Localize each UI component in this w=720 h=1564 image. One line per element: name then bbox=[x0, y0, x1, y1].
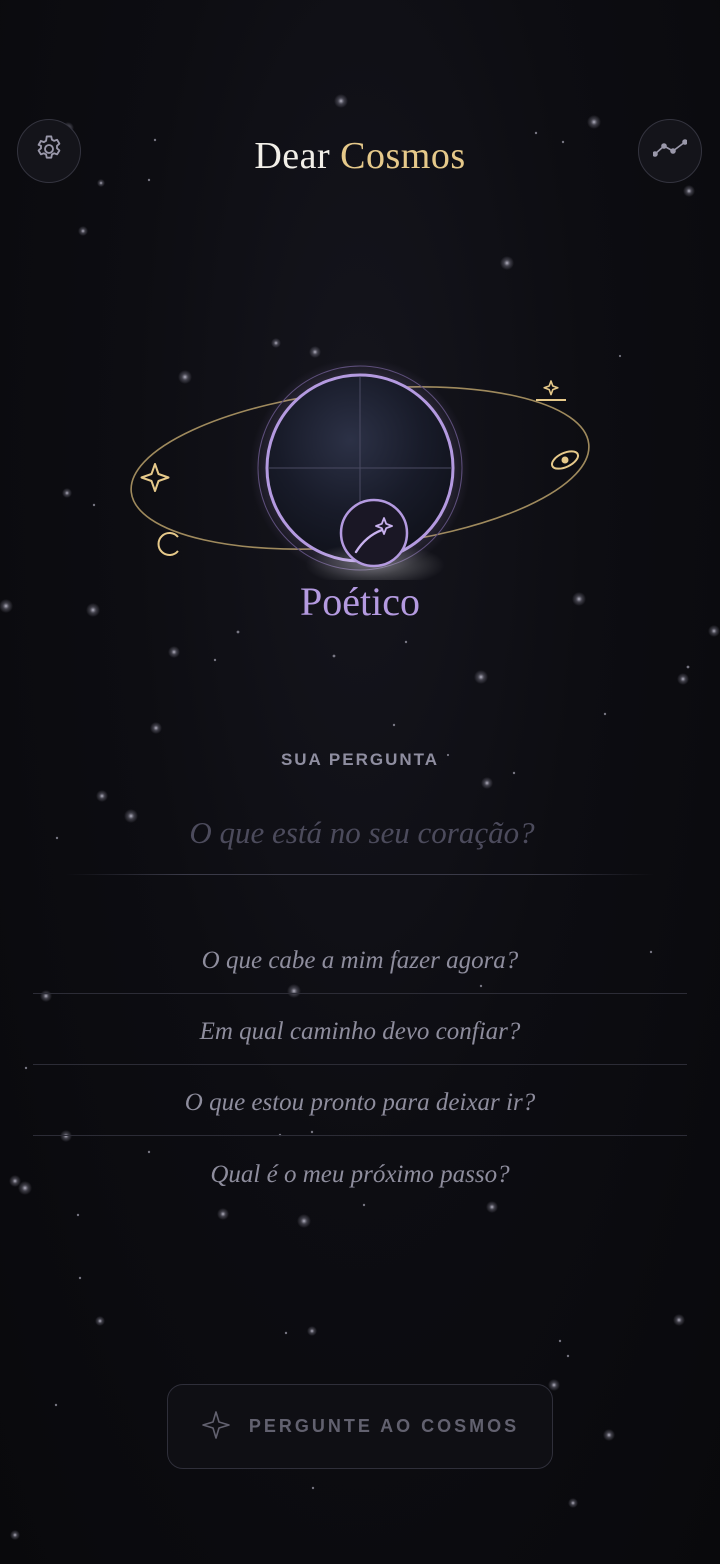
cosmic-orb-illustration[interactable] bbox=[120, 358, 600, 587]
ask-cosmos-button[interactable]: PERGUNTE AO COSMOS bbox=[167, 1384, 553, 1469]
title-word-dear: Dear bbox=[254, 135, 331, 177]
input-underline bbox=[65, 874, 655, 875]
question-input[interactable] bbox=[80, 802, 644, 864]
suggestion-item[interactable]: Qual é o meu próximo passo? bbox=[33, 1136, 687, 1207]
question-section-label: SUA PERGUNTA bbox=[280, 750, 440, 769]
star-field bbox=[0, 94, 720, 1540]
suggestion-item[interactable]: O que estou pronto para deixar ir? bbox=[33, 1065, 687, 1136]
sparkle-icon bbox=[201, 1410, 231, 1444]
suggestion-list: O que cabe a mim fazer agora? Em qual ca… bbox=[33, 923, 687, 1207]
ask-cosmos-label: PERGUNTE AO COSMOS bbox=[248, 1416, 520, 1436]
suggestion-item[interactable]: O que cabe a mim fazer agora? bbox=[33, 923, 687, 994]
title-word-cosmos: Cosmos bbox=[340, 135, 466, 177]
mode-label: Poético bbox=[300, 579, 420, 624]
suggestion-item[interactable]: Em qual caminho devo confiar? bbox=[33, 994, 687, 1065]
app-title: Dear Cosmos bbox=[0, 134, 720, 178]
